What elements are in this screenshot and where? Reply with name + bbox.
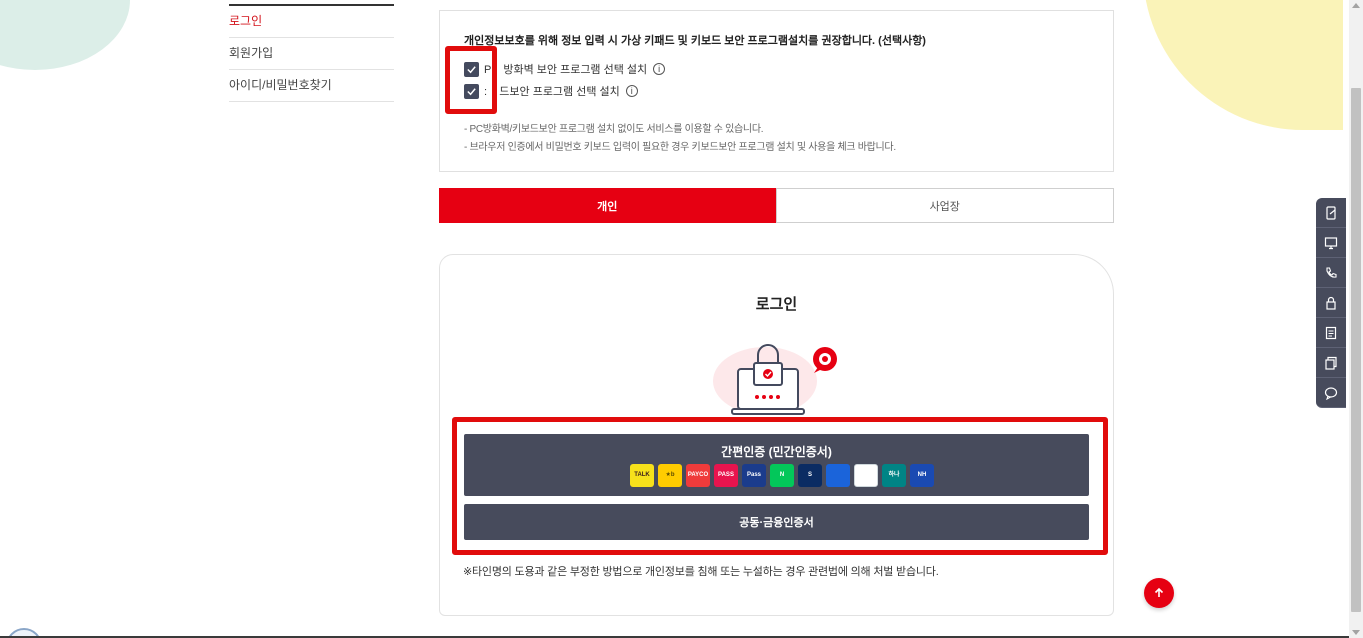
phone-doc-icon — [1326, 205, 1336, 220]
keyboard-security-option-label: : 드보안 프로그램 선택 설치 — [484, 86, 620, 98]
payco-icon: PAYCO — [686, 464, 710, 487]
hana-icon: 하나 — [882, 464, 906, 487]
quick-monitor-button[interactable] — [1316, 228, 1346, 258]
scroll-to-top-button[interactable] — [1144, 578, 1174, 608]
banksalad-icon — [854, 464, 878, 487]
quick-menu — [1316, 198, 1346, 408]
nh-icon: NH — [910, 464, 934, 487]
lock-icon — [1326, 296, 1336, 310]
background-decoration-left — [0, 0, 130, 70]
joint-financial-cert-button[interactable]: 공동·금융인증서 — [464, 504, 1089, 540]
subnav-item-login[interactable]: 로그인 — [229, 6, 394, 38]
annotation-highlight-checkboxes — [445, 46, 497, 114]
user-type-tabs: 개인 사업장 — [439, 188, 1114, 223]
simple-auth-label: 간편인증 (민간인증서) — [721, 445, 832, 459]
naver-icon: N — [770, 464, 794, 487]
subnav-item-find-id-password[interactable]: 아이디/비밀번호찾기 — [229, 70, 394, 102]
toss-icon — [826, 464, 850, 487]
login-lock-illustration — [713, 344, 837, 415]
shinhan-icon: S — [798, 464, 822, 487]
security-note: - 브라우저 인증에서 비밀번호 키보드 입력이 필요한 경우 키보드보안 프로… — [464, 142, 896, 153]
quick-chat-button[interactable] — [1316, 378, 1346, 408]
quick-copy-button[interactable] — [1316, 348, 1346, 378]
security-program-box: 개인정보보호를 위해 정보 입력 시 가상 키패드 및 키보드 보안 프로그램설… — [439, 10, 1114, 172]
quick-call-button[interactable] — [1316, 258, 1346, 288]
quick-phone-doc-button[interactable] — [1316, 198, 1346, 228]
auth-provider-list: TALK ★b PAYCO PASS Pass N S 하나 NH — [630, 464, 934, 487]
quick-document-button[interactable] — [1316, 318, 1346, 348]
tab-business[interactable]: 사업장 — [775, 188, 1114, 223]
simple-auth-button[interactable]: 간편인증 (민간인증서) TALK ★b PAYCO PASS Pass N S 하나 NH — [464, 434, 1089, 496]
scrollbar-thumb[interactable] — [1351, 88, 1361, 612]
info-icon[interactable]: i — [625, 85, 638, 97]
quick-lock-button[interactable] — [1316, 288, 1346, 318]
firewall-option-label: P 방화벽 보안 프로그램 선택 설치 — [484, 64, 648, 76]
security-note: - PC방화벽/키보드보안 프로그램 설치 없이도 서비스를 이용할 수 있습니… — [464, 124, 764, 135]
monitor-icon — [1324, 236, 1338, 249]
sub-navigation: 로그인 회원가입 아이디/비밀번호찾기 — [229, 4, 394, 102]
tab-personal[interactable]: 개인 — [439, 188, 776, 223]
pass-icon: PASS — [714, 464, 738, 487]
scroll-down-icon[interactable] — [1352, 630, 1360, 635]
kb-icon: ★b — [658, 464, 682, 487]
copy-icon — [1325, 356, 1337, 370]
call-icon — [1326, 266, 1337, 278]
samsung-pass-icon: Pass — [742, 464, 766, 487]
subnav-item-signup[interactable]: 회원가입 — [229, 38, 394, 70]
kakao-icon: TALK — [630, 464, 654, 487]
security-title: 개인정보보호를 위해 정보 입력 시 가상 키패드 및 키보드 보안 프로그램설… — [464, 35, 926, 47]
chat-icon — [1324, 386, 1338, 400]
background-decoration-right — [1143, 0, 1343, 130]
identity-theft-warning: ※타인명의 도용과 같은 부정한 방법으로 개인정보를 침해 또는 누설하는 경… — [463, 566, 939, 578]
info-icon[interactable]: i — [653, 63, 666, 75]
document-icon — [1325, 326, 1337, 339]
scroll-up-icon[interactable] — [1352, 3, 1360, 8]
vertical-scrollbar[interactable] — [1349, 0, 1363, 638]
arrow-up-icon — [1154, 587, 1164, 597]
login-title: 로그인 — [755, 296, 798, 313]
